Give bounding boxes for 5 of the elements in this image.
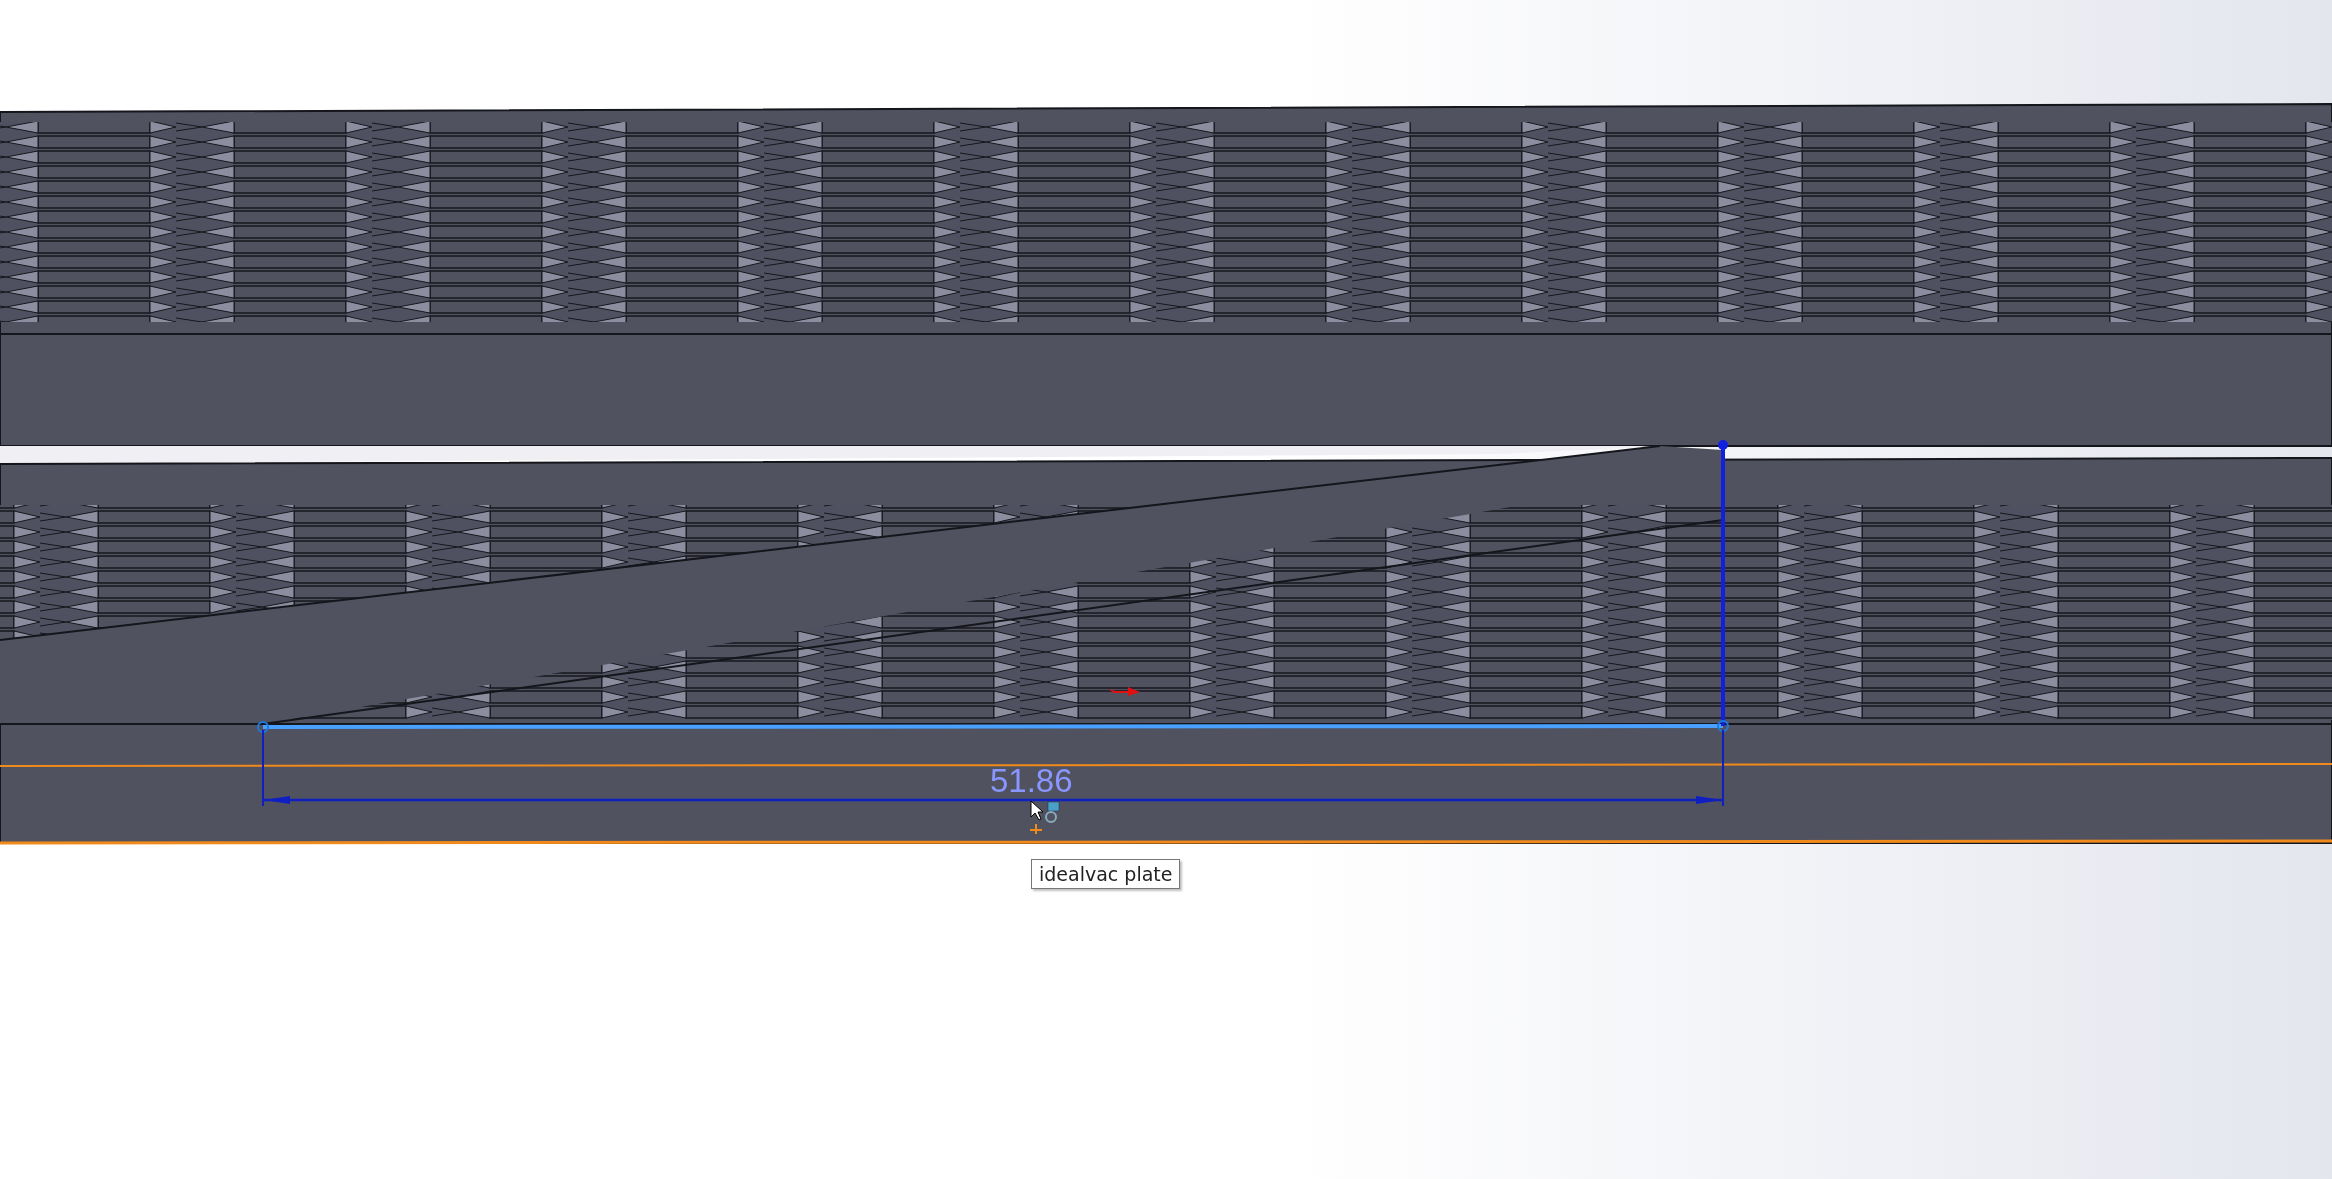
dimension-line[interactable] (262, 729, 1724, 807)
arrow-icon (1106, 685, 1142, 697)
dimension-text[interactable]: 51.86 (990, 764, 1073, 797)
tooltip: idealvac plate (1031, 859, 1181, 889)
sketch-line-drawing[interactable] (257, 440, 1729, 733)
